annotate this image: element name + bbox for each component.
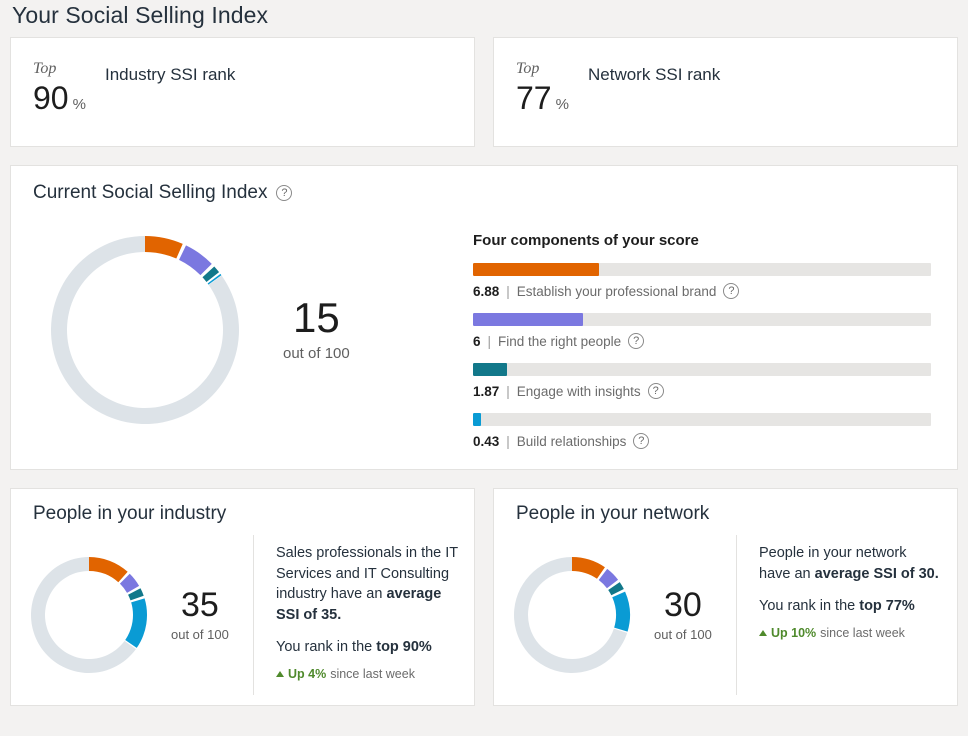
component-bar-fill [473, 313, 583, 326]
component-separator: | [506, 433, 510, 449]
ssi-score-sublabel: out of 100 [283, 345, 350, 362]
rank-text: You rank in the [276, 639, 377, 656]
network-rank-text: You rank in the top 77% [759, 598, 941, 614]
component-bar-fill [473, 263, 600, 276]
component-score: 6.88 [473, 283, 500, 299]
network-score-block: 30 out of 100 [654, 588, 712, 642]
trend-period: since last week [330, 667, 415, 682]
trend-up-icon [276, 671, 284, 678]
rank-top-label: Top [516, 60, 540, 77]
people-in-your-network-card: People in your network 30 out of 100 Peo… [493, 488, 958, 706]
component-label: Engage with insights [516, 383, 641, 399]
page-title: Your Social Selling Index [12, 2, 269, 28]
current-ssi-card: Current Social Selling Index ? 15 out of… [10, 165, 958, 470]
industry-score-sublabel: out of 100 [171, 627, 229, 642]
rank-value: 90 [33, 79, 69, 116]
industry-ssi-rank-card: Top 90 % Industry SSI rank [10, 37, 475, 147]
network-trend: Up 10% since last week [759, 626, 941, 640]
ssi-donut-section: 15 out of 100 [33, 210, 473, 449]
rank-card-title: Industry SSI rank [105, 65, 236, 84]
comparison-cards-row: People in your industry 35 out of 100 Sa… [10, 488, 958, 706]
component-bar-track [473, 313, 931, 326]
ssi-donut-chart [51, 235, 239, 424]
industry-score-block: 35 out of 100 [171, 588, 229, 642]
card-title: People in your network [516, 503, 710, 524]
component-bar-track [473, 413, 931, 426]
network-description: People in your network have an average S… [759, 543, 941, 584]
network-score-value: 30 [664, 586, 702, 624]
percent-sign: % [72, 95, 86, 113]
rank-text: You rank in the [759, 598, 860, 615]
component-separator: | [506, 383, 510, 399]
component-separator: | [506, 283, 510, 299]
score-components-section: Four components of your score 6.88 | Est… [473, 210, 935, 449]
question-mark-icon[interactable]: ? [628, 333, 645, 349]
people-in-your-industry-card: People in your industry 35 out of 100 Sa… [10, 488, 475, 706]
network-ssi-rank-card: Top 77 % Network SSI rank [493, 37, 958, 147]
question-mark-icon[interactable]: ? [647, 383, 664, 399]
question-mark-icon[interactable]: ? [633, 433, 650, 449]
trend-period: since last week [820, 626, 905, 641]
component-label: Build relationships [516, 433, 627, 449]
component-bar-track [473, 363, 931, 376]
component-bar-fill [473, 413, 481, 426]
ssi-score-block: 15 out of 100 [283, 294, 350, 363]
rank-top-label: Top [33, 60, 57, 77]
industry-description: Sales professionals in the IT Services a… [276, 543, 458, 625]
component-row: 1.87 | Engage with insights ? [473, 363, 935, 399]
current-ssi-heading: Current Social Selling Index [33, 182, 268, 203]
rank-emphasis: top 90% [376, 639, 432, 656]
ssi-dashboard: Your Social Selling Index Top 90 % Indus… [0, 0, 968, 736]
industry-trend: Up 4% since last week [276, 667, 458, 681]
rank-emphasis: top 77% [859, 598, 915, 615]
component-row: 0.43 | Build relationships ? [473, 413, 935, 449]
question-mark-icon[interactable]: ? [723, 283, 740, 299]
industry-donut-chart [31, 557, 147, 673]
component-score: 0.43 [473, 433, 500, 449]
component-separator: | [487, 333, 492, 349]
industry-rank-text: You rank in the top 90% [276, 639, 458, 655]
component-label: Find the right people [498, 333, 622, 349]
component-row: 6.88 | Establish your professional brand… [473, 263, 935, 299]
component-score: 1.87 [473, 383, 500, 399]
ssi-score-value: 15 [293, 294, 340, 341]
trend-value: Up 10% [771, 626, 817, 641]
components-title: Four components of your score [473, 232, 699, 249]
question-mark-icon[interactable]: ? [276, 185, 293, 201]
component-score: 6 [473, 333, 481, 349]
trend-up-icon [759, 630, 767, 637]
trend-value: Up 4% [288, 667, 327, 682]
component-row: 6 | Find the right people ? [473, 313, 935, 349]
network-score-sublabel: out of 100 [654, 627, 712, 642]
description-emphasis: average SSI of 30. [814, 565, 939, 582]
rank-cards-row: Top 90 % Industry SSI rank Top 77 % Netw… [10, 37, 958, 147]
network-donut-chart [514, 557, 630, 673]
card-title: People in your industry [33, 503, 227, 524]
component-label: Establish your professional brand [516, 283, 717, 299]
rank-card-title: Network SSI rank [588, 65, 721, 84]
industry-score-value: 35 [181, 586, 219, 624]
rank-value: 77 [516, 79, 552, 116]
component-bar-track [473, 263, 931, 276]
component-bar-fill [473, 363, 508, 376]
percent-sign: % [555, 95, 569, 113]
